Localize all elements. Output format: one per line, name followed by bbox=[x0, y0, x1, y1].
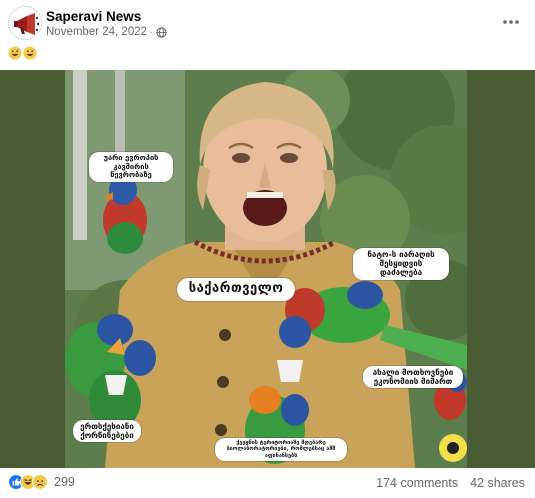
label-eu-membership: უარი ევროპის კავშირის წევრობაზე bbox=[89, 152, 173, 182]
post-image-container[interactable]: უარი ევროპის კავშირის წევრობაზე ნატო-ს ი… bbox=[0, 70, 535, 468]
label-nato-weapons: ნატო-ს იარაღის შესყიდვის დაძალება bbox=[353, 248, 449, 280]
post-header: Saperavi News November 24, 2022 · bbox=[8, 6, 527, 42]
engagement-counts: 174 comments 42 shares bbox=[376, 476, 525, 490]
more-options-button[interactable] bbox=[499, 10, 523, 34]
sad-icon bbox=[32, 474, 48, 490]
post-caption bbox=[8, 46, 37, 60]
meta-separator: · bbox=[150, 26, 154, 38]
post-date-link[interactable]: November 24, 2022 bbox=[46, 26, 147, 38]
reaction-count: 299 bbox=[54, 475, 75, 489]
page-name-link[interactable]: Saperavi News bbox=[46, 9, 141, 24]
page-avatar[interactable] bbox=[8, 6, 42, 40]
megaphone-logo-icon bbox=[9, 7, 41, 39]
grinning-sweat-emoji bbox=[8, 46, 22, 60]
globe-icon[interactable] bbox=[156, 26, 167, 38]
post-footer: 299 174 comments 42 shares bbox=[8, 474, 527, 494]
label-georgia: საქართველო bbox=[177, 278, 295, 301]
reactions-summary[interactable]: 299 bbox=[8, 474, 75, 490]
comments-count-link[interactable]: 174 comments bbox=[376, 476, 458, 490]
label-biolabs: ქვეყნის ტერიტორიაზე მდებარე ბიოლაბორატორ… bbox=[215, 438, 347, 461]
meme-photo[interactable]: უარი ევროპის კავშირის წევრობაზე ნატო-ს ი… bbox=[65, 70, 467, 468]
grinning-sweat-emoji bbox=[23, 46, 37, 60]
post-meta: November 24, 2022 · bbox=[46, 26, 167, 38]
label-same-sex-marriage: ერთსქესიანი ქორწინებები bbox=[73, 420, 141, 443]
more-options-icon bbox=[503, 20, 519, 24]
label-economy-demands: ახალი მოთხოვნები ეკონომიის მიმართ bbox=[363, 366, 463, 389]
shares-count-link[interactable]: 42 shares bbox=[470, 476, 525, 490]
facebook-post: Saperavi News November 24, 2022 · უარი ე… bbox=[0, 0, 535, 498]
